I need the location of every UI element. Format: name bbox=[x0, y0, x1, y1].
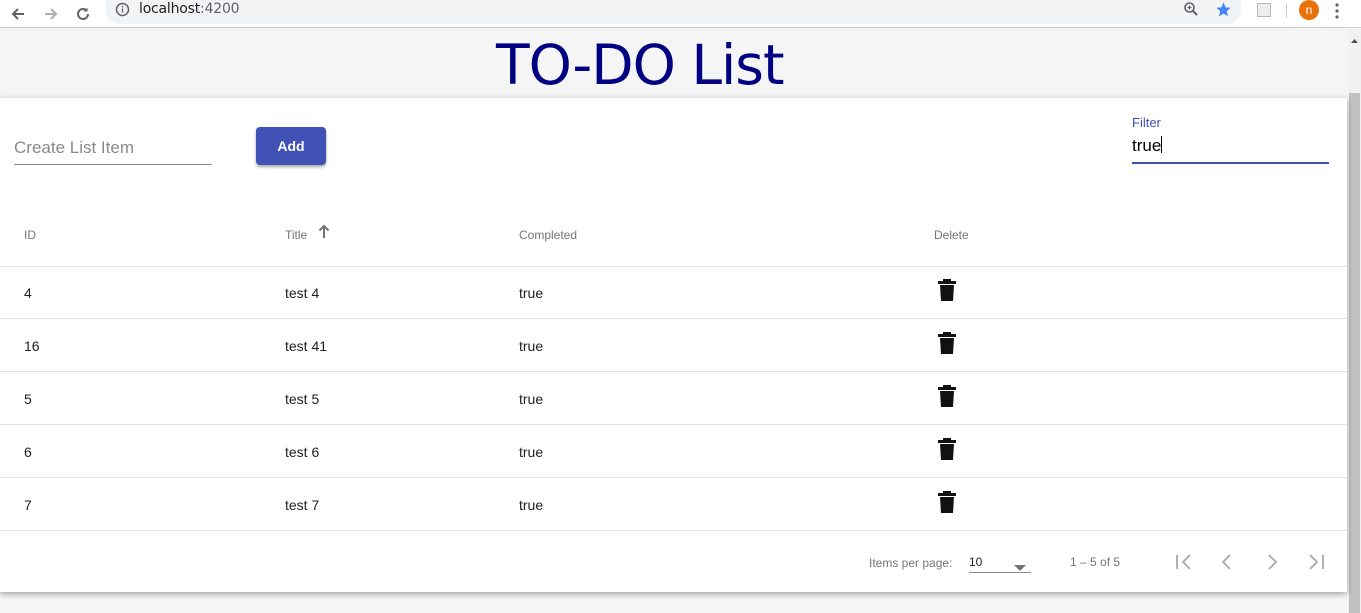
zoom-icon[interactable] bbox=[1183, 1, 1199, 22]
column-header-completed[interactable]: Completed bbox=[519, 228, 577, 242]
cell-completed: true bbox=[519, 285, 544, 301]
address-bar[interactable]: localhost:4200 bbox=[106, 0, 1241, 24]
dropdown-caret-icon bbox=[1014, 558, 1026, 576]
table-row: 5 test 5 true bbox=[0, 372, 1347, 425]
table-row: 16 test 41 true bbox=[0, 319, 1347, 372]
page-title: TO-DO List bbox=[496, 33, 785, 97]
cell-completed: true bbox=[519, 391, 544, 407]
delete-trash-icon[interactable] bbox=[937, 491, 957, 513]
menu-dots-icon[interactable] bbox=[1334, 2, 1340, 25]
cell-id: 16 bbox=[24, 338, 40, 354]
table-row: 6 test 6 true bbox=[0, 425, 1347, 478]
extension-icon[interactable] bbox=[1257, 3, 1271, 17]
todo-card: Create List Item Add Filter true ID Titl… bbox=[0, 98, 1347, 592]
table-header-row bbox=[0, 211, 1347, 267]
first-page-icon[interactable] bbox=[1172, 550, 1196, 574]
column-header-delete: Delete bbox=[934, 228, 969, 242]
avatar[interactable]: n bbox=[1299, 0, 1319, 20]
scrollbar-thumb[interactable] bbox=[1349, 93, 1360, 613]
table-row: 7 test 7 true bbox=[0, 478, 1347, 531]
filter-input[interactable]: true bbox=[1132, 136, 1329, 164]
sort-ascending-icon[interactable] bbox=[318, 224, 330, 244]
url-port: :4200 bbox=[200, 1, 240, 17]
cell-completed: true bbox=[519, 338, 544, 354]
filter-value: true bbox=[1132, 136, 1162, 155]
cell-id: 7 bbox=[24, 497, 32, 513]
cell-completed: true bbox=[519, 444, 544, 460]
previous-page-icon[interactable] bbox=[1215, 550, 1239, 574]
cell-id: 5 bbox=[24, 391, 32, 407]
forward-arrow-icon[interactable] bbox=[40, 3, 62, 25]
browser-toolbar: localhost:4200 n bbox=[0, 0, 1361, 28]
info-icon[interactable] bbox=[115, 2, 130, 22]
delete-trash-icon[interactable] bbox=[937, 385, 957, 407]
page-size-select[interactable]: 10 bbox=[969, 547, 1031, 573]
cell-title: test 41 bbox=[285, 338, 328, 354]
cell-title: test 6 bbox=[285, 444, 320, 460]
back-arrow-icon[interactable] bbox=[7, 3, 29, 25]
text-caret bbox=[1161, 136, 1163, 153]
delete-trash-icon[interactable] bbox=[937, 332, 957, 354]
last-page-icon[interactable] bbox=[1304, 550, 1328, 574]
column-header-id[interactable]: ID bbox=[24, 228, 36, 242]
items-per-page-label: Items per page: bbox=[869, 556, 953, 570]
create-item-input[interactable]: Create List Item bbox=[14, 138, 212, 165]
delete-trash-icon[interactable] bbox=[937, 438, 957, 460]
cell-title: test 7 bbox=[285, 497, 320, 513]
cell-title: test 5 bbox=[285, 391, 320, 407]
star-icon[interactable] bbox=[1215, 1, 1232, 23]
table-row: 4 test 4 true bbox=[0, 266, 1347, 319]
cell-completed: true bbox=[519, 497, 544, 513]
url-host: localhost bbox=[139, 1, 201, 17]
cell-id: 4 bbox=[24, 285, 32, 301]
page-range-label: 1 – 5 of 5 bbox=[1070, 555, 1121, 569]
add-button[interactable]: Add bbox=[256, 127, 326, 165]
delete-trash-icon[interactable] bbox=[937, 279, 957, 301]
cell-title: test 4 bbox=[285, 285, 320, 301]
reload-icon[interactable] bbox=[72, 3, 94, 25]
scroll-up-arrow-icon[interactable] bbox=[1349, 33, 1360, 43]
url-text: localhost:4200 bbox=[139, 1, 240, 17]
filter-label: Filter bbox=[1132, 115, 1161, 130]
next-page-icon[interactable] bbox=[1260, 550, 1284, 574]
page-size-value: 10 bbox=[969, 555, 983, 569]
column-header-title[interactable]: Title bbox=[285, 228, 307, 242]
toolbar-separator bbox=[1286, 4, 1287, 18]
cell-id: 6 bbox=[24, 444, 32, 460]
